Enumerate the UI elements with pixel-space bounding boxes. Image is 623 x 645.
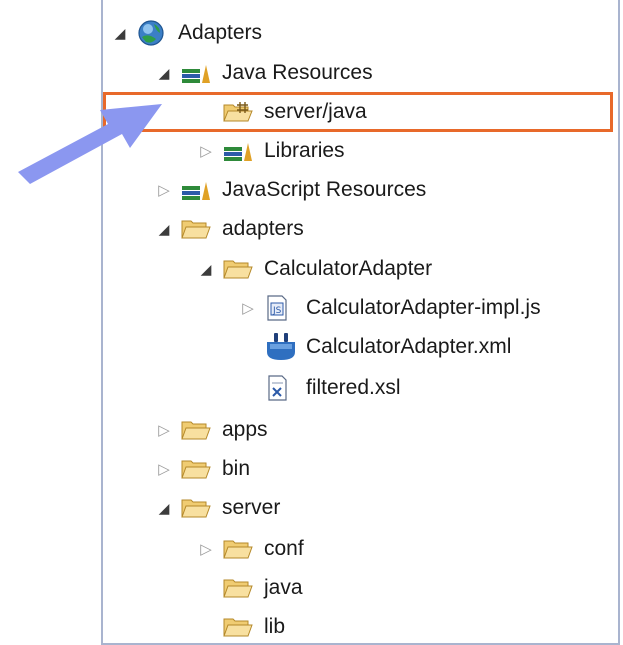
tree-item-java[interactable]: java bbox=[196, 571, 303, 605]
tree-item-label: lib bbox=[264, 615, 286, 638]
tree-item-bin[interactable]: ▷ bin bbox=[154, 452, 250, 486]
tree-item-label: adapters bbox=[222, 217, 304, 240]
tree-item-adapters-folder[interactable]: ◢ adapters bbox=[154, 212, 304, 246]
tree-item-label: CalculatorAdapter.xml bbox=[306, 335, 512, 358]
tree-item-adapters-project[interactable]: ◢ Adapters bbox=[110, 16, 262, 50]
folder-icon bbox=[180, 494, 216, 522]
expanded-twisty-icon[interactable]: ◢ bbox=[196, 259, 216, 279]
tree-item-label: CalculatorAdapter-impl.js bbox=[306, 296, 541, 319]
folder-icon bbox=[222, 574, 258, 602]
tree-item-lib[interactable]: lib bbox=[196, 610, 285, 644]
svg-text:JS: JS bbox=[272, 306, 282, 316]
tree-item-apps[interactable]: ▷ apps bbox=[154, 413, 268, 447]
collapsed-twisty-icon[interactable]: ▷ bbox=[154, 420, 174, 440]
tree-item-label: java bbox=[264, 576, 303, 599]
globe-project-icon bbox=[136, 19, 172, 47]
tree-item-label: Java Resources bbox=[222, 61, 373, 84]
tree-item-calculator-adapter-impl-js[interactable]: ▷ JS CalculatorAdapter-impl.js bbox=[238, 291, 541, 325]
collapsed-twisty-icon[interactable]: ▷ bbox=[154, 459, 174, 479]
expanded-twisty-icon[interactable]: ◢ bbox=[154, 498, 174, 518]
folder-icon bbox=[222, 255, 258, 283]
collapsed-twisty-icon[interactable]: ▷ bbox=[238, 298, 258, 318]
tree-item-calculator-adapter-xml[interactable]: CalculatorAdapter.xml bbox=[238, 330, 511, 364]
tree-item-label: server bbox=[222, 496, 281, 519]
collapsed-twisty-icon[interactable]: ▷ bbox=[196, 539, 216, 559]
tree-item-label: CalculatorAdapter bbox=[264, 257, 433, 280]
folder-icon bbox=[180, 455, 216, 483]
expanded-twisty-icon[interactable]: ◢ bbox=[154, 219, 174, 239]
folder-icon bbox=[222, 613, 258, 641]
tree-item-label: conf bbox=[264, 537, 304, 560]
tree-item-label: JavaScript Resources bbox=[222, 178, 427, 201]
tree-item-calculator-adapter[interactable]: ◢ CalculatorAdapter bbox=[196, 252, 432, 286]
folder-icon bbox=[180, 215, 216, 243]
tree-item-server[interactable]: ◢ server bbox=[154, 491, 281, 525]
tree-item-label: bin bbox=[222, 457, 251, 480]
books-icon bbox=[222, 137, 258, 165]
tree-item-label: filtered.xsl bbox=[306, 376, 401, 399]
xsl-file-icon bbox=[264, 374, 300, 402]
folder-icon bbox=[180, 416, 216, 444]
js-file-icon: JS bbox=[264, 294, 300, 322]
expanded-twisty-icon[interactable]: ◢ bbox=[110, 23, 130, 43]
tree-item-libraries[interactable]: ▷ Libraries bbox=[196, 134, 345, 168]
tree-item-label: apps bbox=[222, 418, 268, 441]
tree-item-java-resources[interactable]: ◢ Java Resources bbox=[154, 56, 373, 90]
folder-icon bbox=[222, 535, 258, 563]
tree-item-conf[interactable]: ▷ conf bbox=[196, 532, 304, 566]
books-icon bbox=[180, 59, 216, 87]
tree-item-label: Libraries bbox=[264, 139, 345, 162]
pointer-arrow-icon bbox=[18, 104, 162, 184]
adapter-plug-icon bbox=[264, 333, 300, 361]
expanded-twisty-icon[interactable]: ◢ bbox=[154, 63, 174, 83]
tree-item-filtered-xsl[interactable]: filtered.xsl bbox=[238, 371, 401, 405]
tree-item-label: Adapters bbox=[178, 21, 263, 44]
